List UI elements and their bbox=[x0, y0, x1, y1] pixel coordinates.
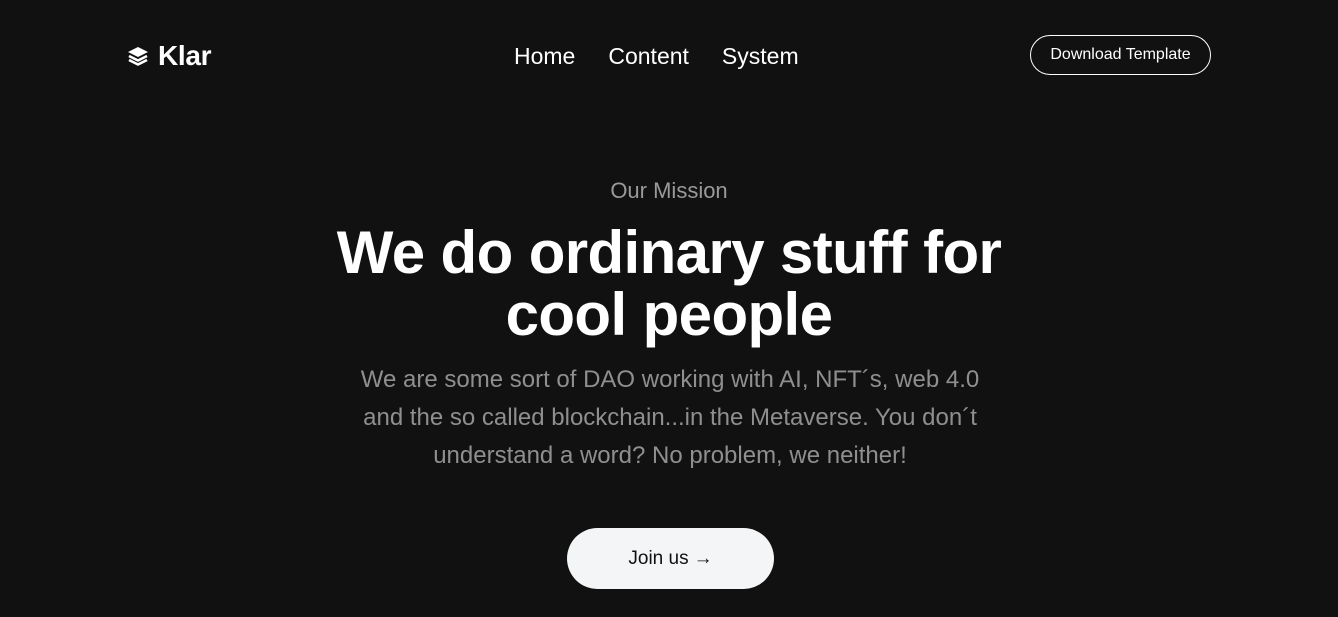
nav-item-system[interactable]: System bbox=[722, 40, 799, 72]
nav-item-content[interactable]: Content bbox=[608, 40, 689, 72]
layers-icon bbox=[127, 46, 149, 66]
logo-text: Klar bbox=[158, 40, 212, 71]
download-template-button[interactable]: Download Template bbox=[1030, 35, 1211, 75]
main-nav: Home Content System bbox=[514, 40, 799, 72]
page-title: We do ordinary stuff for cool people bbox=[336, 219, 1002, 348]
landing-page: Klar Home Content System Download Templa… bbox=[0, 0, 1338, 617]
arrow-right-icon: → bbox=[693, 547, 713, 569]
join-us-label: Join us bbox=[628, 547, 689, 569]
logo[interactable]: Klar bbox=[127, 40, 212, 72]
eyebrow-text: Our Mission bbox=[610, 178, 728, 203]
nav-item-home[interactable]: Home bbox=[514, 40, 575, 72]
hero-description: We are some sort of DAO working with AI,… bbox=[360, 366, 980, 469]
join-us-button[interactable]: Join us → bbox=[567, 528, 774, 589]
